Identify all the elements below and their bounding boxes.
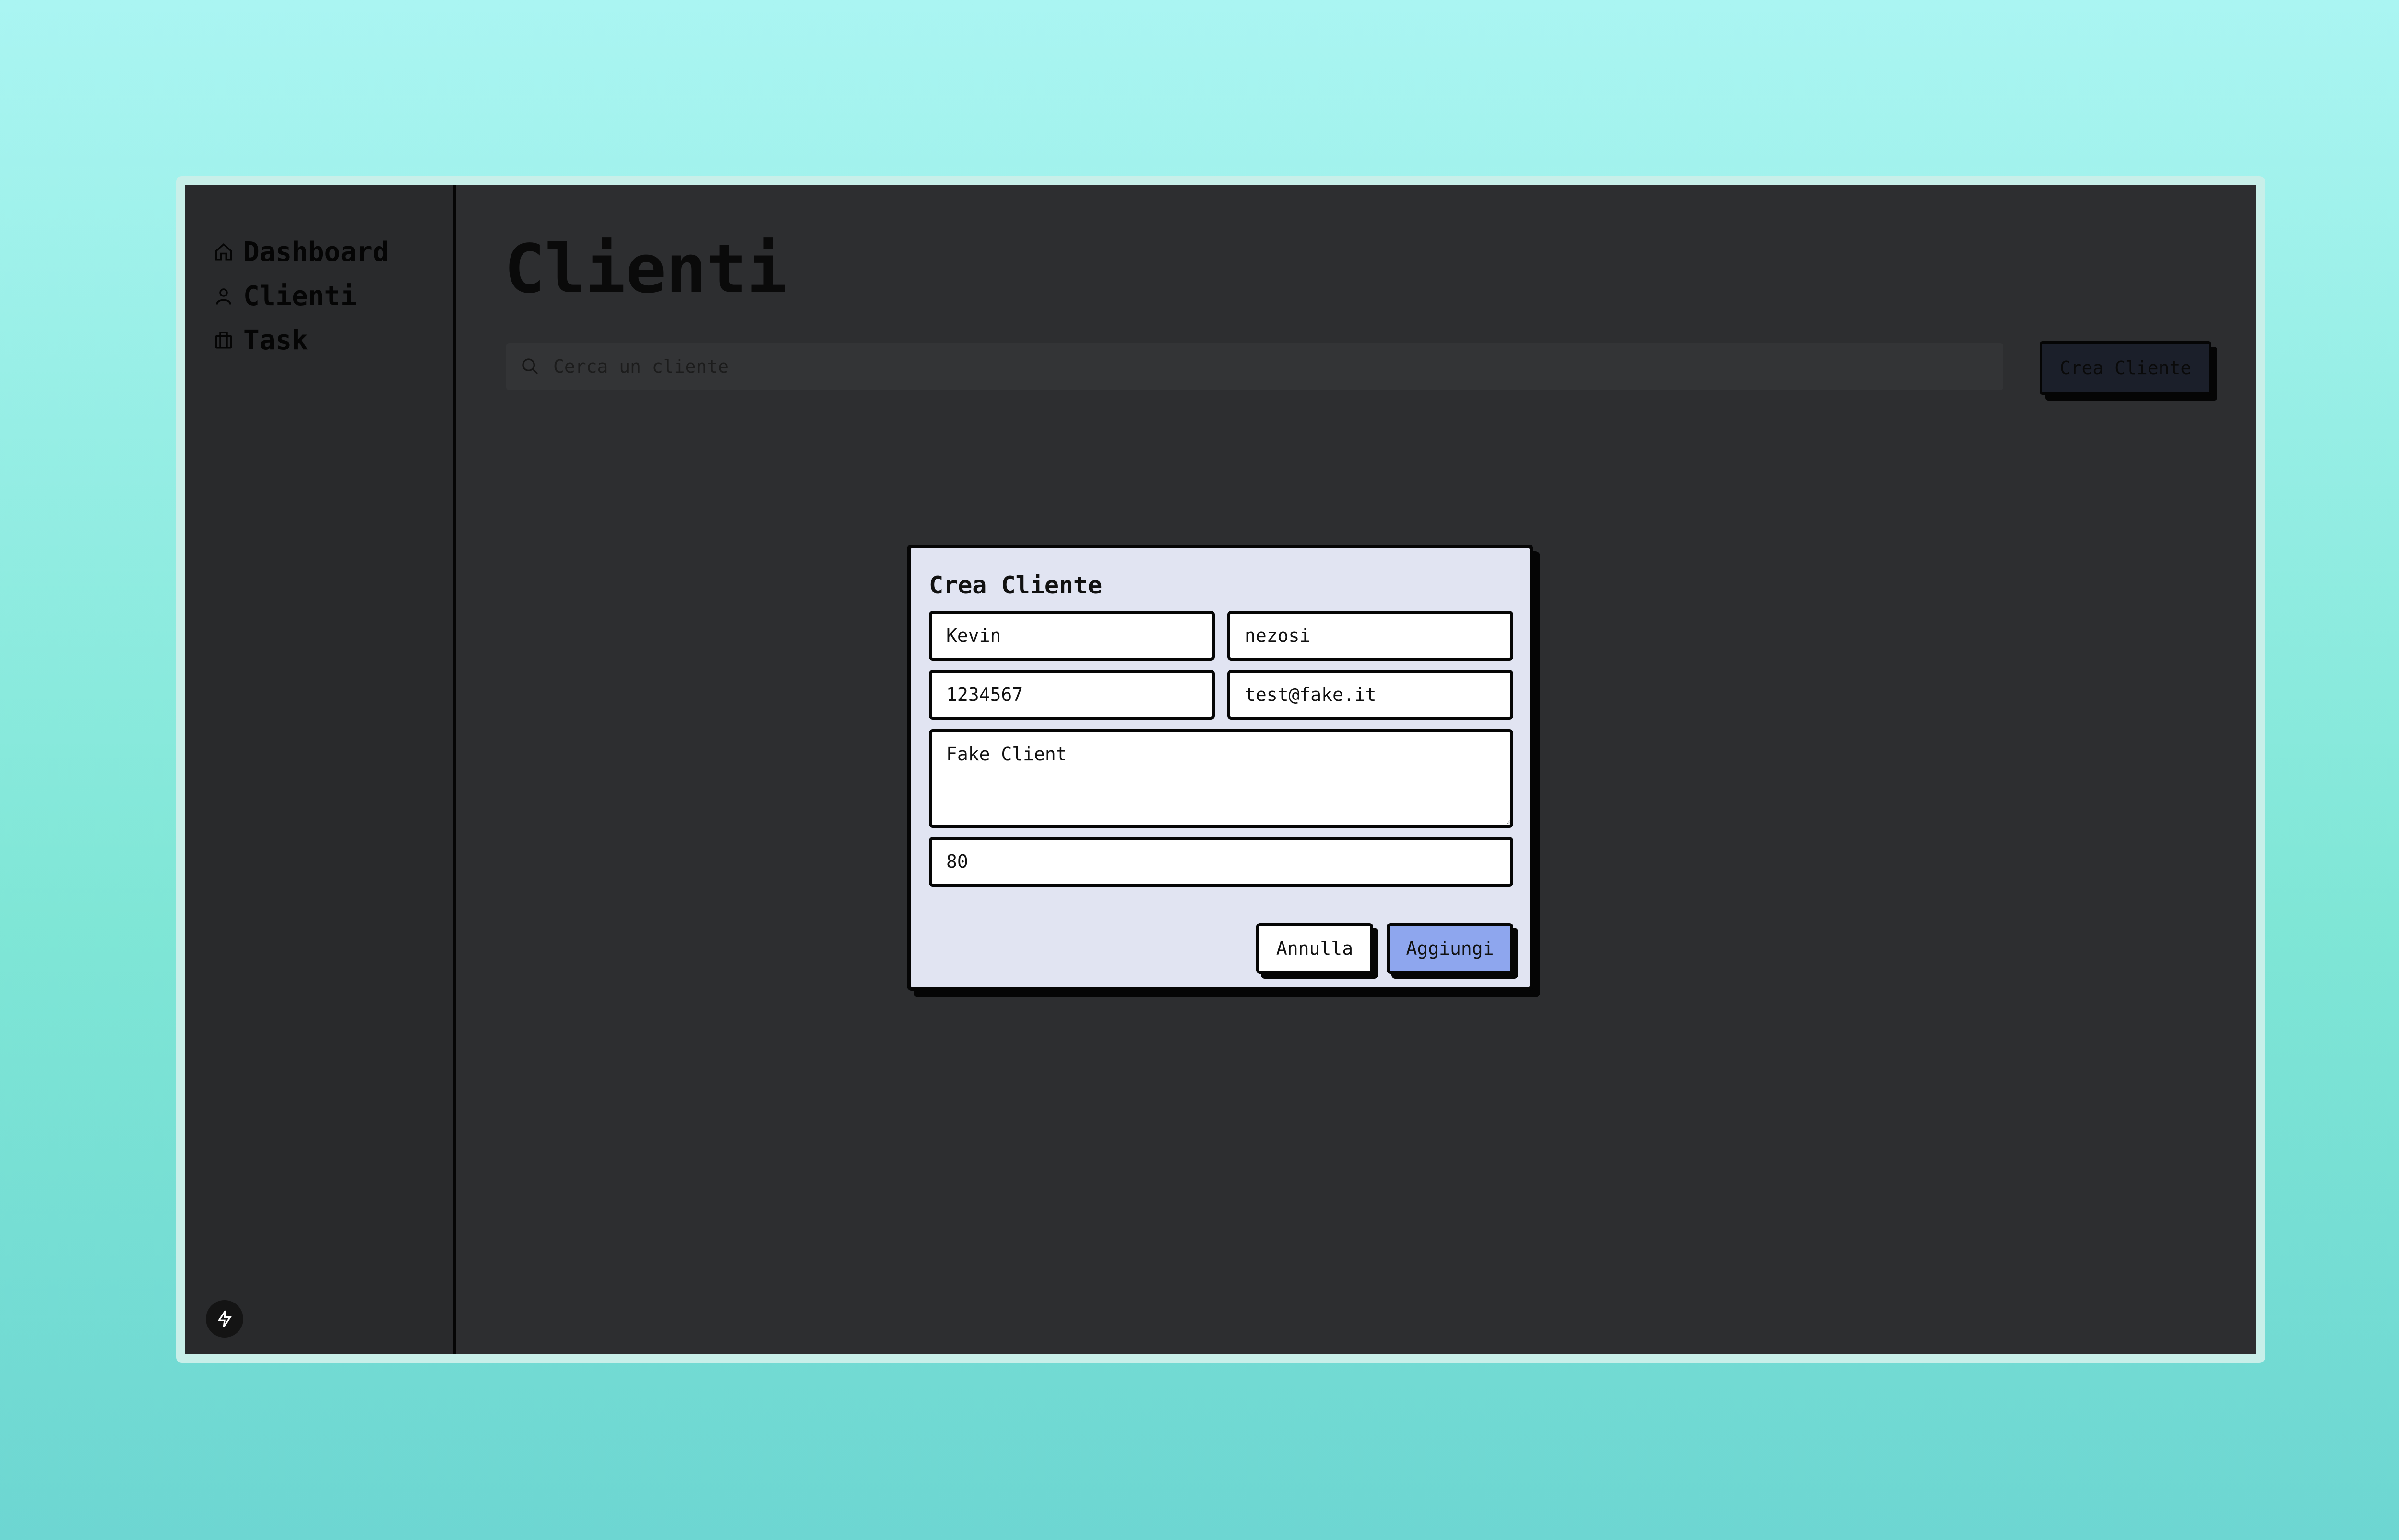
page-title: Clienti bbox=[504, 230, 788, 308]
sidebar-item-label: Clienti bbox=[243, 280, 357, 312]
create-client-dialog: Crea Cliente Fake Client Annulla Aggiung… bbox=[907, 545, 1533, 991]
email-field[interactable] bbox=[1227, 670, 1513, 720]
briefcase-icon bbox=[215, 332, 232, 349]
first-name-field[interactable] bbox=[929, 611, 1215, 661]
home-icon bbox=[215, 243, 232, 261]
search-icon bbox=[522, 358, 538, 375]
cancel-button[interactable]: Annulla bbox=[1256, 923, 1373, 974]
add-button[interactable]: Aggiungi bbox=[1387, 923, 1513, 974]
sidebar-item-label: Task bbox=[243, 324, 308, 356]
sidebar-item-label: Dashboard bbox=[243, 236, 389, 268]
sidebar-item-dashboard[interactable]: Dashboard bbox=[214, 233, 389, 271]
app-logo-button[interactable] bbox=[206, 1300, 243, 1338]
notes-field[interactable]: Fake Client bbox=[929, 729, 1513, 828]
number-field[interactable] bbox=[929, 837, 1513, 887]
sidebar-item-task[interactable]: Task bbox=[214, 321, 308, 359]
user-icon bbox=[216, 288, 231, 305]
search-bar bbox=[506, 343, 2003, 390]
last-name-field[interactable] bbox=[1227, 611, 1513, 661]
sidebar-item-clienti[interactable]: Clienti bbox=[214, 277, 356, 315]
create-client-button[interactable]: Crea Cliente bbox=[2040, 341, 2211, 395]
bolt-icon bbox=[217, 1310, 232, 1327]
search-input[interactable] bbox=[552, 355, 2003, 378]
sidebar: Dashboard Clienti Task bbox=[185, 185, 456, 1354]
phone-field[interactable] bbox=[929, 670, 1215, 720]
dialog-title: Crea Cliente bbox=[929, 571, 1103, 599]
